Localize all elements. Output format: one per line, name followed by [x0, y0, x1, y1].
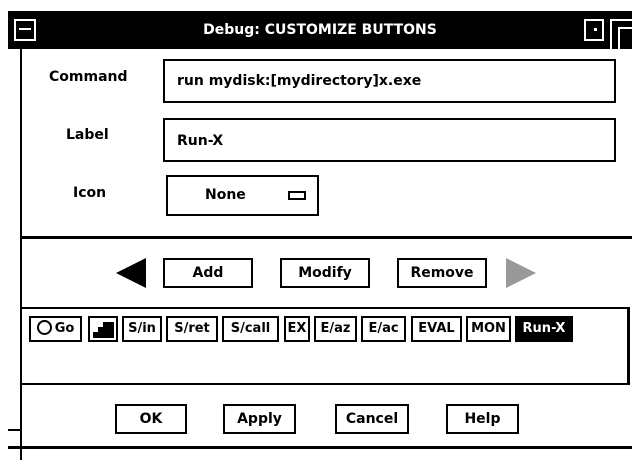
- modify-button[interactable]: Modify: [280, 258, 370, 288]
- maximize-button[interactable]: [610, 19, 632, 53]
- icon-option-menu[interactable]: None: [166, 175, 319, 216]
- label-field[interactable]: Run-X: [163, 118, 616, 162]
- tray-button-go[interactable]: Go: [29, 316, 82, 342]
- circle-icon: [36, 320, 52, 335]
- left-arrow-icon[interactable]: [116, 258, 146, 288]
- cancel-button[interactable]: Cancel: [335, 404, 409, 434]
- icon-option-value: None: [205, 187, 246, 203]
- tray-button-e-ac[interactable]: E/ac: [361, 316, 406, 342]
- ok-button[interactable]: OK: [115, 404, 187, 434]
- apply-button[interactable]: Apply: [223, 404, 296, 434]
- window-frame-left: [8, 49, 22, 460]
- tray-button-step[interactable]: [88, 316, 118, 342]
- command-label: Command: [49, 69, 128, 85]
- command-field[interactable]: run mydisk:[mydirectory]x.exe: [163, 59, 616, 103]
- tray-button-ex[interactable]: EX: [284, 316, 310, 342]
- title-bar[interactable]: Debug: CUSTOMIZE BUTTONS: [8, 11, 632, 53]
- tray-button-s-in[interactable]: S/in: [122, 316, 162, 342]
- tray-button-eval[interactable]: EVAL: [411, 316, 462, 342]
- help-button[interactable]: Help: [446, 404, 519, 434]
- window-frame-bottom: [8, 446, 632, 449]
- tray-button-e-az[interactable]: E/az: [314, 316, 357, 342]
- tray-button-s-ret[interactable]: S/ret: [166, 316, 218, 342]
- tray-button-run-x[interactable]: Run-X: [515, 316, 573, 342]
- add-button[interactable]: Add: [163, 258, 253, 288]
- label-label: Label: [66, 127, 109, 143]
- minimize-button[interactable]: [584, 19, 604, 41]
- tray-button-label: Go: [54, 321, 75, 336]
- icon-label: Icon: [73, 185, 107, 201]
- separator-top: [22, 236, 632, 239]
- remove-button[interactable]: Remove: [397, 258, 487, 288]
- step-icon: [93, 322, 114, 338]
- tray-button-s-call[interactable]: S/call: [222, 316, 279, 342]
- tray-button-mon[interactable]: MON: [466, 316, 511, 342]
- window-title: Debug: CUSTOMIZE BUTTONS: [203, 22, 437, 38]
- option-menu-indicator-icon: [288, 191, 306, 200]
- right-arrow-icon[interactable]: [506, 258, 536, 288]
